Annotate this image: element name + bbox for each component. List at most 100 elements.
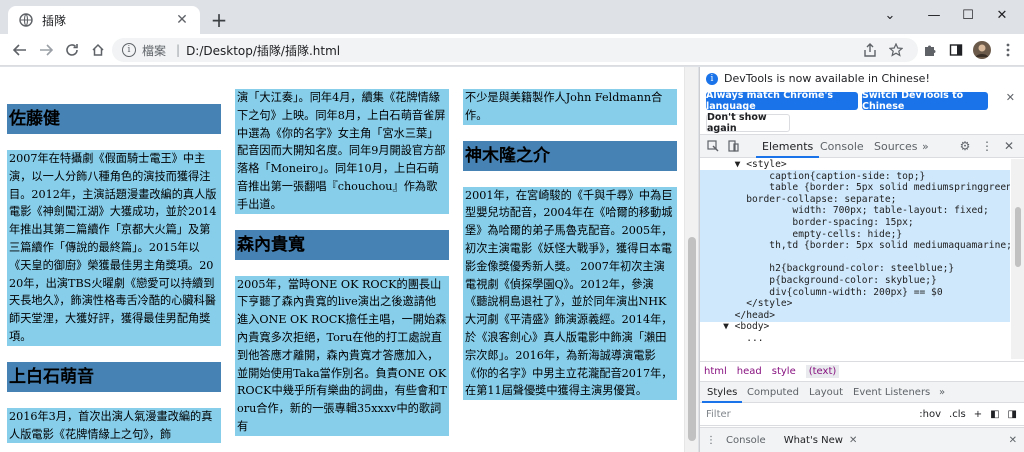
share-icon[interactable] (858, 38, 882, 62)
code-line[interactable]: border-collapse: separate; (700, 194, 1010, 206)
devtools-menu-icon[interactable]: ⋮ (980, 139, 994, 153)
code-line[interactable] (700, 252, 1010, 264)
tab-event-listeners[interactable]: Event Listeners (848, 382, 935, 403)
paragraph-kamiki-ryunosuke: 2001年，在宮崎駿的《千與千尋》中為巨型嬰兒坊配音，2004年在《哈爾的移動城… (463, 186, 677, 401)
device-toolbar-icon[interactable] (726, 139, 740, 153)
code-line[interactable]: table {border: 5px solid mediumspringgre… (700, 182, 1010, 194)
browser-toolbar: i 檔案 | D:/Desktop/插隊/插隊.html (0, 34, 1024, 66)
reload-icon[interactable] (60, 38, 84, 62)
bookmark-star-icon[interactable] (884, 38, 908, 62)
settings-gear-icon[interactable]: ⚙ (958, 139, 972, 153)
code-line[interactable]: ▼ <style> (700, 159, 1010, 171)
tab-strip: 插隊 ✕ + ⌄ — ☐ ✕ (0, 0, 1024, 34)
breadcrumb-html[interactable]: html (704, 366, 727, 377)
side-panel-icon[interactable] (944, 38, 968, 62)
address-separator: | (176, 43, 181, 57)
dom-tree-scrollbar-thumb[interactable] (1015, 207, 1021, 267)
address-scheme-label: 檔案 (142, 43, 167, 58)
drawer-tab-whats-new[interactable]: What's New (784, 435, 843, 446)
tab-elements[interactable]: Elements (756, 135, 820, 158)
tab-close-icon[interactable]: ✕ (174, 12, 190, 28)
tab-search-chevron-icon[interactable]: ⌄ (868, 0, 912, 30)
heading-sato-takeru: 佐藤健 (7, 104, 221, 134)
code-line[interactable]: </head> (700, 310, 1010, 322)
drawer-tab-console[interactable]: Console (726, 435, 766, 446)
code-line[interactable]: caption{caption-side: top;} (700, 171, 1010, 183)
devtools-panel: i DevTools is now available in Chinese! … (699, 67, 1024, 452)
new-style-rule-icon[interactable]: + (974, 409, 982, 420)
column-3: 不少是與美籍製作人John Feldmann合作。 神木隆之介 2001年，在宮… (463, 67, 677, 401)
code-line[interactable]: ▼ <body> (700, 321, 1010, 333)
drawer-tab-close-icon[interactable]: ✕ (849, 435, 857, 446)
tab-computed[interactable]: Computed (742, 382, 804, 403)
styles-tabbar: Styles Computed Layout Event Listeners » (700, 381, 1024, 403)
elements-dom-tree[interactable]: ▼ <style> caption{caption-side: top;} ta… (700, 159, 1010, 359)
dont-show-again-button[interactable]: Don't show again (706, 112, 790, 134)
computed-sidebar-icon[interactable]: ◨ (1008, 409, 1017, 420)
browser-window: 插隊 ✕ + ⌄ — ☐ ✕ i 檔案 | D:/Desktop/插隊/插隊.h… (0, 0, 1024, 452)
more-tabs-chevron[interactable]: » (916, 135, 935, 158)
code-line[interactable]: empty-cells: hide;} (700, 229, 1010, 241)
close-window-button[interactable]: ✕ (980, 0, 1024, 30)
new-tab-button[interactable]: + (208, 9, 230, 31)
language-banner: i DevTools is now available in Chinese! … (700, 67, 1024, 134)
paragraph-kamishiraishi-mone-cont: 演「大江奏」。同年4月，續集《花牌情緣下之句》上映。同年8月，上白石萌音雀屏中選… (235, 89, 449, 214)
hov-toggle[interactable]: :hov (919, 409, 941, 420)
heading-moriuchi-takahiro: 森內貴寬 (235, 229, 449, 260)
heading-kamiki-ryunosuke: 神木隆之介 (463, 140, 677, 171)
code-line[interactable]: div{column-width: 200px} == $0 (700, 287, 1010, 299)
browser-tab[interactable]: 插隊 ✕ (8, 6, 200, 34)
drawer-close-icon[interactable]: ✕ (1009, 435, 1017, 446)
paragraph-sato-takeru: 2007年在特攝劇《假面騎士電王》中主演，以一人分飾八種角色的演技而獲得注目。2… (7, 150, 221, 346)
column-2: 演「大江奏」。同年4月，續集《花牌情緣下之句》上映。同年8月，上白石萌音雀屏中選… (235, 67, 449, 436)
breadcrumb-head[interactable]: head (737, 366, 762, 377)
breadcrumb-style[interactable]: style (772, 366, 796, 377)
switch-to-chinese-button[interactable]: Switch DevTools to Chinese (862, 90, 988, 112)
dom-tree-scrollbar[interactable] (1011, 159, 1024, 359)
address-url: D:/Desktop/插隊/插隊.html (186, 43, 341, 58)
filter-input[interactable]: Filter (706, 409, 919, 420)
banner-close-icon[interactable]: ✕ (1006, 91, 1015, 104)
forward-arrow-icon[interactable] (34, 38, 58, 62)
page-viewport: 佐藤健 2007年在特攝劇《假面騎士電王》中主演，以一人分飾八種角色的演技而獲得… (0, 67, 684, 452)
styles-filter-bar: Filter :hov .cls + ◧ ◨ (700, 404, 1024, 426)
back-arrow-icon[interactable] (8, 38, 32, 62)
paragraph-moriuchi-takahiro: 2005年，當時ONE OK ROCK的團長山下亨聽了森內貴寬的live演出之後… (235, 275, 449, 436)
code-line[interactable]: ... (700, 333, 1010, 345)
globe-icon (18, 12, 34, 28)
extensions-puzzle-icon[interactable] (918, 38, 942, 62)
banner-text: DevTools is now available in Chinese! (724, 72, 930, 85)
cls-toggle[interactable]: .cls (949, 409, 966, 420)
code-line[interactable]: border-spacing: 15px; (700, 217, 1010, 229)
heading-kamishiraishi-mone: 上白石萌音 (7, 361, 221, 392)
profile-avatar[interactable] (970, 38, 994, 62)
code-line[interactable]: th,td {border: 5px solid mediumaquamarin… (700, 240, 1010, 252)
devtools-close-icon[interactable]: ✕ (1002, 139, 1016, 153)
code-line[interactable]: p{background-color: skyblue;} (700, 275, 1010, 287)
address-bar[interactable]: i 檔案 | D:/Desktop/插隊/插隊.html (112, 38, 918, 62)
inspect-element-icon[interactable] (706, 139, 720, 153)
devtools-tabbar: Elements Console Sources » ⚙ ⋮ ✕ (700, 134, 1024, 158)
breadcrumb-text[interactable]: (text) (805, 365, 840, 378)
code-line[interactable]: </style> (700, 298, 1010, 310)
info-icon[interactable]: i (122, 43, 136, 57)
tab-layout[interactable]: Layout (804, 382, 848, 403)
home-icon[interactable] (86, 38, 110, 62)
tab-console[interactable]: Console (814, 135, 870, 158)
always-match-language-button[interactable]: Always match Chrome's language (706, 90, 858, 112)
page-scrollbar[interactable] (684, 67, 698, 452)
code-line[interactable]: h2{background-color: steelblue;} (700, 263, 1010, 275)
tab-title: 插隊 (42, 13, 67, 28)
more-subtabs-chevron[interactable]: » (934, 382, 950, 403)
banner-message: i DevTools is now available in Chinese! (706, 72, 930, 85)
code-line[interactable]: width: 700px; table-layout: fixed; (700, 205, 1010, 217)
tab-styles[interactable]: Styles (702, 382, 743, 403)
breadcrumb: html head style (text) (700, 361, 1024, 381)
drawer-menu-icon[interactable]: ⋮ (706, 435, 716, 446)
paragraph-kamishiraishi-mone: 2016年3月，首次出演人氣漫畫改編的真人版電影《花牌情緣上之句》，飾 (7, 407, 221, 444)
paragraph-moriuchi-takahiro-cont: 不少是與美籍製作人John Feldmann合作。 (463, 89, 677, 125)
info-icon: i (706, 72, 718, 85)
element-state-icon[interactable]: ◧ (990, 409, 999, 420)
more-menu-icon[interactable] (996, 38, 1020, 62)
page-scrollbar-thumb[interactable] (688, 237, 696, 441)
